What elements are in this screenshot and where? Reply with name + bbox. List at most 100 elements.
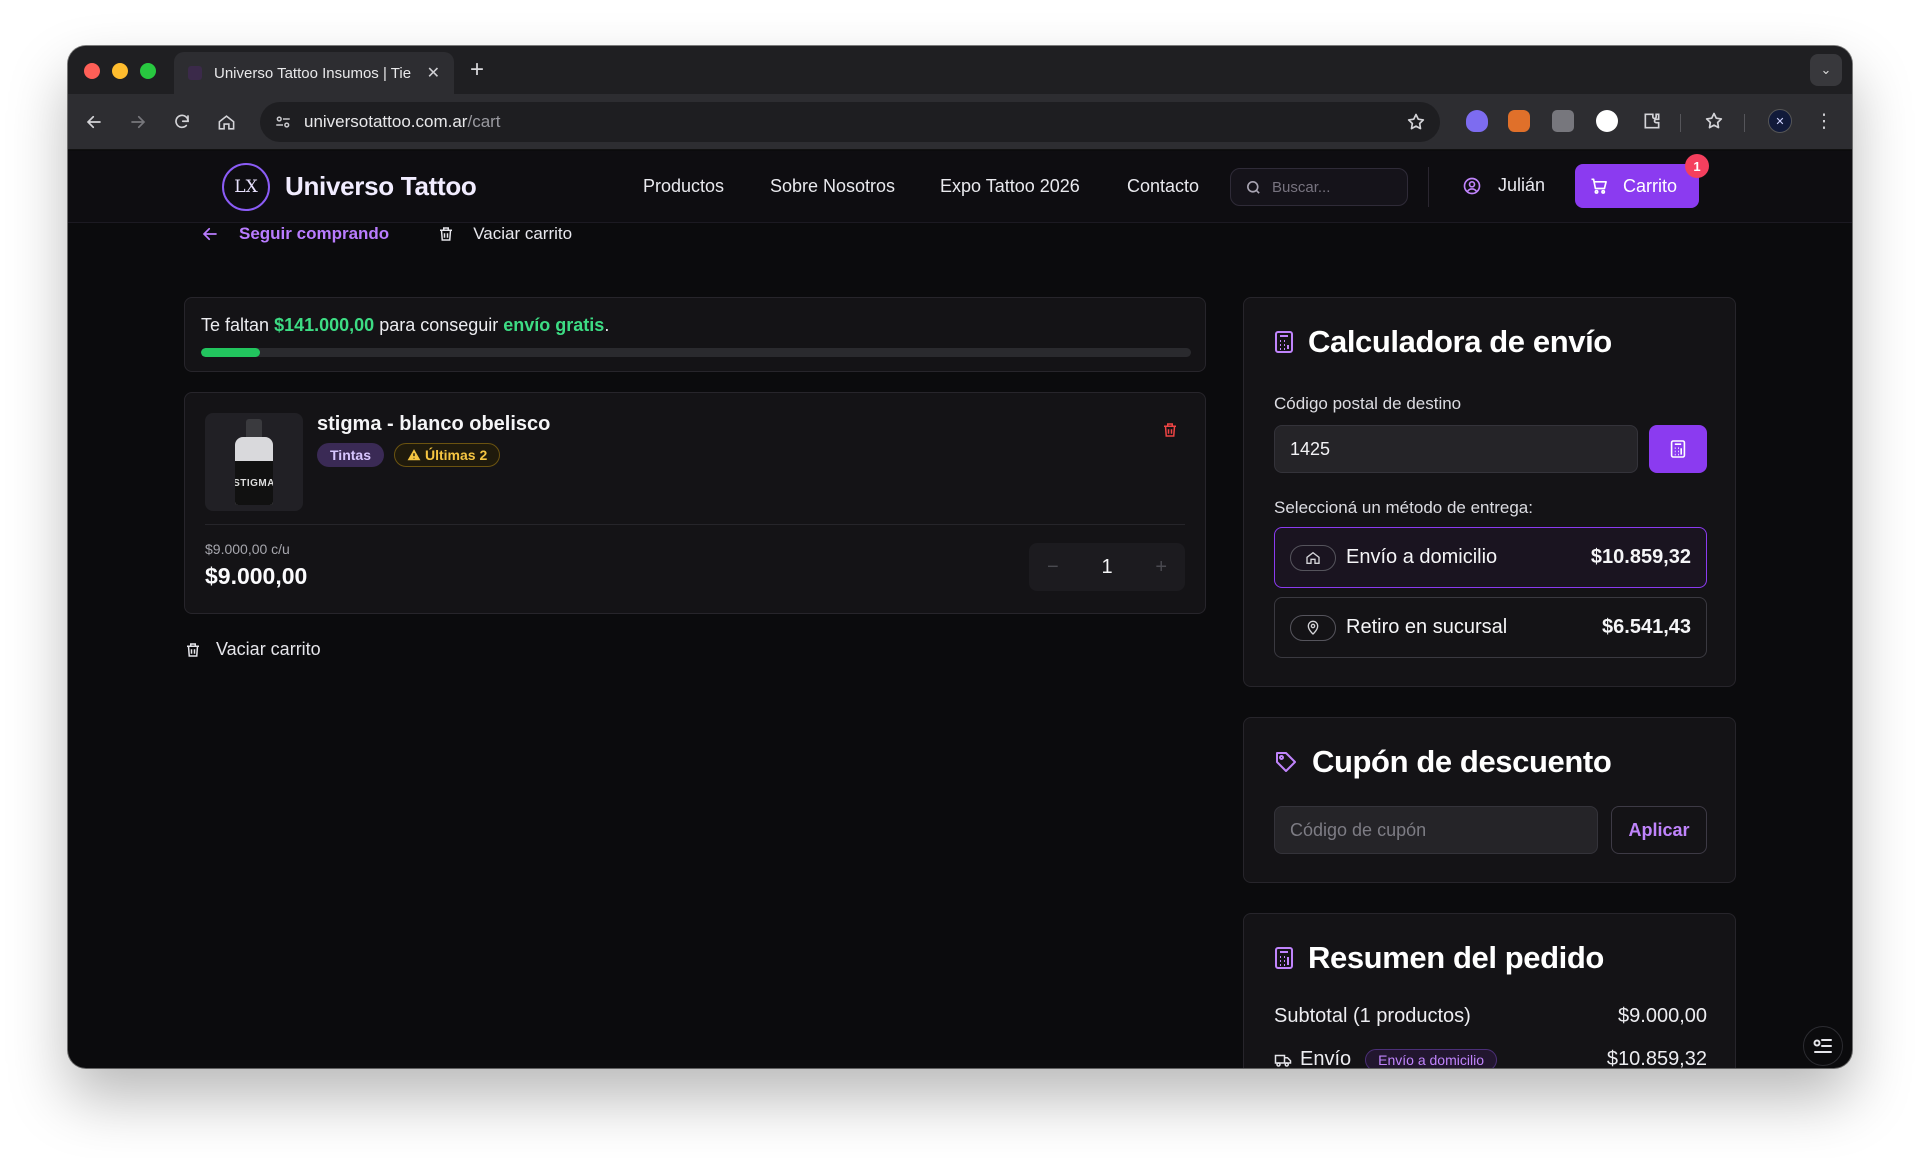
increase-quantity-button[interactable]: + [1155, 556, 1167, 579]
close-tab-icon[interactable]: ✕ [427, 63, 440, 83]
extension-triangle-icon[interactable] [1596, 110, 1618, 132]
site-info-icon[interactable] [274, 113, 292, 131]
subtotal-row: Subtotal (1 productos) $9.000,00 [1274, 1005, 1707, 1028]
free-shipping-progress-card: Te faltan $141.000,00 para conseguir env… [184, 297, 1206, 372]
header-divider [1428, 167, 1429, 207]
nav-contacto[interactable]: Contacto [1127, 176, 1199, 197]
logo-mark: LX [234, 177, 258, 197]
clear-cart-bottom-button[interactable]: Vaciar carrito [184, 639, 321, 660]
cart-label: Carrito [1623, 175, 1678, 196]
delivery-option-name: Retiro en sucursal [1346, 616, 1508, 638]
coupon-title: Cupón de descuento [1274, 744, 1612, 780]
subtotal-label: Subtotal (1 productos) [1274, 1005, 1471, 1027]
postal-code-input[interactable]: 1425 [1274, 425, 1638, 473]
delivery-option-home[interactable]: Envío a domicilio $10.859,32 [1274, 527, 1707, 588]
extension-camera-icon[interactable] [1552, 110, 1574, 132]
trash-icon [440, 227, 453, 241]
new-tab-button[interactable]: + [470, 56, 484, 84]
cart-button[interactable]: Carrito [1575, 164, 1699, 208]
back-icon[interactable] [80, 108, 108, 136]
nav-sobre-nosotros[interactable]: Sobre Nosotros [770, 176, 895, 197]
shipping-row: Envío Envío a domicilio $10.859,32 [1274, 1048, 1707, 1068]
progress-suffix: . [604, 315, 610, 335]
remaining-amount: $141.000,00 [274, 315, 375, 335]
search-placeholder: Buscar... [1272, 178, 1331, 196]
quantity-value[interactable]: 1 [1101, 556, 1112, 579]
nav-expo-tattoo[interactable]: Expo Tattoo 2026 [940, 176, 1080, 197]
shipping-label: Envío [1300, 1048, 1352, 1068]
profile-avatar[interactable]: ✕ [1768, 109, 1792, 133]
clear-cart-label: Vaciar carrito [473, 224, 573, 243]
home-icon [1290, 544, 1336, 571]
favicon-icon [188, 66, 202, 80]
browser-tab-active[interactable]: Universo Tattoo Insumos | Tie ✕ [174, 52, 454, 94]
coupon-input[interactable]: Código de cupón [1274, 806, 1598, 854]
progress-middle: para conseguir [379, 315, 499, 335]
remove-item-icon[interactable] [1161, 421, 1179, 444]
progress-fill [201, 348, 261, 357]
shipping-method-badge: Envío a domicilio [1365, 1048, 1497, 1068]
close-window-button[interactable] [84, 63, 100, 79]
item-divider [205, 524, 1185, 525]
toolbar-divider [1680, 114, 1681, 132]
order-summary-title: Resumen del pedido [1274, 940, 1604, 976]
list-settings-icon [1813, 1039, 1832, 1053]
minimize-window-button[interactable] [112, 63, 128, 79]
browser-menu-icon[interactable]: ⋮ [1810, 107, 1838, 135]
postal-code-label: Código postal de destino [1274, 394, 1462, 413]
product-image[interactable]: STIGMA [205, 413, 303, 511]
coupon-card: Cupón de descuento Código de cupón Aplic… [1243, 717, 1736, 883]
address-bar[interactable]: universotattoo.com.ar/cart [260, 102, 1440, 142]
delivery-option-price: $10.859,32 [1590, 546, 1691, 568]
unit-price: $9.000,00 c/u [205, 541, 290, 557]
tab-strip: Universo Tattoo Insumos | Tie ✕ + ⌄ [68, 46, 1852, 94]
shipping-calculator-title: Calculadora de envío [1274, 324, 1612, 360]
cart-actions-row: Seguir comprando Vaciar carrito [201, 224, 572, 244]
extension-fox-icon[interactable] [1508, 110, 1530, 132]
brand-name[interactable]: Universo Tattoo [285, 171, 477, 202]
product-name[interactable]: stigma - blanco obelisco [317, 413, 550, 436]
user-circle-icon [1463, 177, 1481, 194]
delivery-option-price: $6.541,43 [1602, 616, 1691, 638]
tab-search-button[interactable]: ⌄ [1810, 54, 1842, 86]
tag-icon [1276, 752, 1296, 772]
cart-icon [1591, 178, 1607, 194]
subtotal-value: $9.000,00 [1618, 1005, 1707, 1027]
calculate-shipping-button[interactable] [1649, 425, 1707, 473]
nav-productos[interactable]: Productos [643, 176, 724, 197]
extension-cloud-icon[interactable] [1466, 110, 1488, 132]
browser-toolbar: universotattoo.com.ar/cart ✕ ⋮ [68, 94, 1852, 150]
clear-cart-label: Vaciar carrito [216, 639, 321, 659]
apply-coupon-button[interactable]: Aplicar [1611, 806, 1707, 854]
reading-list-star-icon[interactable] [1700, 107, 1728, 135]
quantity-stepper: − 1 + [1029, 543, 1185, 591]
tab-title: Universo Tattoo Insumos | Tie [214, 64, 412, 82]
brand-logo[interactable]: LX [222, 163, 270, 211]
search-input[interactable]: Buscar... [1230, 168, 1408, 206]
continue-shopping-label: Seguir comprando [239, 224, 390, 243]
low-stock-label: Últimas 2 [424, 447, 488, 463]
delivery-option-pickup[interactable]: Retiro en sucursal $6.541,43 [1274, 597, 1707, 658]
decrease-quantity-button[interactable]: − [1047, 556, 1059, 579]
home-icon[interactable] [212, 108, 240, 136]
order-summary-title-text: Resumen del pedido [1308, 940, 1604, 975]
free-shipping-highlight: envío gratis [503, 315, 605, 335]
search-icon [1247, 180, 1260, 194]
browser-window: Universo Tattoo Insumos | Tie ✕ + ⌄ univ… [68, 46, 1852, 1068]
extensions-puzzle-icon[interactable] [1638, 107, 1666, 135]
continue-shopping-link[interactable]: Seguir comprando [201, 224, 389, 244]
cart-item: STIGMA stigma - blanco obelisco Tintas Ú… [184, 392, 1206, 614]
warning-icon [407, 449, 421, 461]
progress-prefix: Te faltan [201, 315, 270, 335]
bottle-label: STIGMA [235, 461, 273, 505]
forward-icon[interactable] [124, 108, 152, 136]
truck-icon [1274, 1054, 1292, 1067]
accessibility-menu-button[interactable] [1803, 1026, 1843, 1066]
bookmark-star-icon[interactable] [1406, 112, 1426, 132]
clear-cart-top-button[interactable]: Vaciar carrito [437, 224, 572, 244]
user-menu[interactable]: Julián [1462, 175, 1545, 196]
user-name: Julián [1498, 175, 1546, 195]
reload-icon[interactable] [168, 108, 196, 136]
calculator-icon [1670, 440, 1686, 458]
maximize-window-button[interactable] [140, 63, 156, 79]
